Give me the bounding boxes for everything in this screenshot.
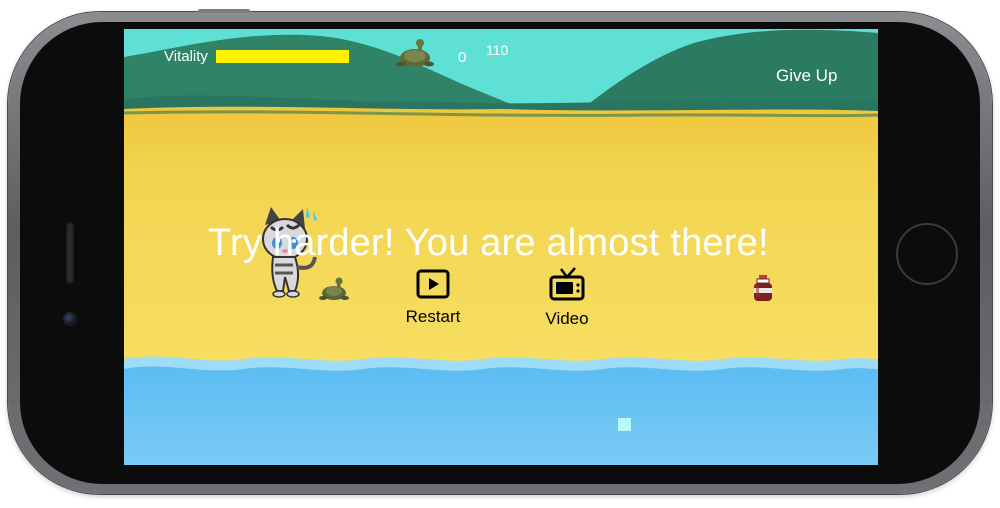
turtle-icon bbox=[396, 39, 434, 67]
game-over-message: Try harder! You are almost there! bbox=[208, 222, 769, 264]
give-up-button[interactable]: Give Up bbox=[776, 66, 837, 86]
position-marker bbox=[618, 418, 631, 431]
game-screen[interactable]: Vitality 0 110 Give Up Try harder! You a… bbox=[124, 29, 878, 465]
video-label: Video bbox=[545, 309, 589, 328]
counter-text: 0 bbox=[458, 49, 467, 66]
play-box-icon bbox=[416, 269, 450, 299]
vitality-bar bbox=[216, 50, 349, 63]
front-camera-icon bbox=[63, 312, 77, 326]
potion-icon[interactable] bbox=[751, 274, 775, 304]
earpiece-speaker bbox=[66, 222, 74, 284]
power-button bbox=[198, 9, 250, 13]
video-button[interactable]: Video bbox=[524, 267, 610, 329]
home-button[interactable] bbox=[896, 223, 958, 285]
vitality-label: Vitality bbox=[164, 48, 208, 65]
tv-icon bbox=[549, 267, 585, 301]
restart-label: Restart bbox=[405, 307, 461, 326]
turtle-icon bbox=[319, 277, 349, 300]
vitality-bar-fill bbox=[216, 50, 349, 63]
score-text: 110 bbox=[486, 42, 509, 58]
restart-button[interactable]: Restart bbox=[390, 269, 476, 327]
